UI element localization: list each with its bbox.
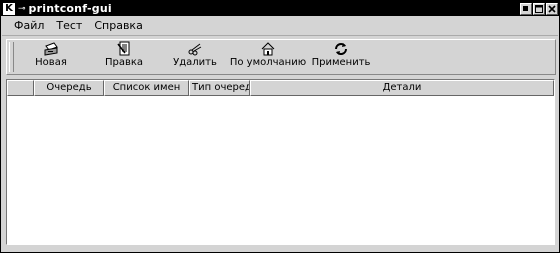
minimize-icon: [523, 5, 528, 11]
pin-icon[interactable]: ⊸: [18, 3, 26, 15]
apply-label: Применить: [311, 57, 371, 68]
new-label: Новая: [35, 57, 67, 68]
maximize-icon: [535, 4, 543, 13]
toolbar: Новая Правка Удалить По умолчанию Примен…: [6, 39, 556, 75]
home-icon: [261, 42, 275, 56]
default-button[interactable]: По умолчанию: [229, 41, 307, 73]
app-window: K ⊸ printconf-gui Файл Тест Справка Нова…: [0, 0, 560, 253]
edit-label: Правка: [104, 57, 144, 68]
title-bar[interactable]: K ⊸ printconf-gui: [1, 1, 559, 16]
close-button[interactable]: [546, 2, 558, 15]
close-icon: [548, 4, 556, 13]
new-button[interactable]: Новая: [31, 41, 71, 73]
minimize-button[interactable]: [520, 2, 532, 15]
new-printer-icon: [44, 42, 58, 56]
apply-arrows-icon: [335, 43, 347, 55]
window-title: printconf-gui: [28, 2, 112, 15]
delete-button[interactable]: Удалить: [173, 41, 217, 73]
column-header-queue-type[interactable]: Тип очереди: [189, 80, 250, 96]
menu-bar: Файл Тест Справка: [2, 16, 558, 36]
column-header-queue[interactable]: Очередь: [34, 80, 104, 96]
edit-icon: [117, 41, 130, 56]
column-header-blank[interactable]: [7, 80, 34, 96]
table-header: Очередь Список имен Тип очереди Детали: [7, 80, 554, 96]
menu-file[interactable]: Файл: [8, 19, 50, 32]
edit-button[interactable]: Правка: [104, 41, 144, 73]
column-header-name-list[interactable]: Список имен: [104, 80, 189, 96]
toolbar-handle[interactable]: [9, 42, 14, 72]
maximize-button[interactable]: [533, 2, 545, 15]
k-app-icon[interactable]: K: [3, 2, 15, 15]
menu-help[interactable]: Справка: [88, 19, 148, 32]
scissors-icon: [188, 43, 202, 56]
default-label: По умолчанию: [229, 57, 307, 68]
column-header-details[interactable]: Детали: [250, 80, 554, 96]
delete-label: Удалить: [173, 57, 217, 68]
apply-button[interactable]: Применить: [312, 41, 370, 73]
queue-table[interactable]: Очередь Список имен Тип очереди Детали: [6, 79, 555, 245]
menu-test[interactable]: Тест: [50, 19, 88, 32]
